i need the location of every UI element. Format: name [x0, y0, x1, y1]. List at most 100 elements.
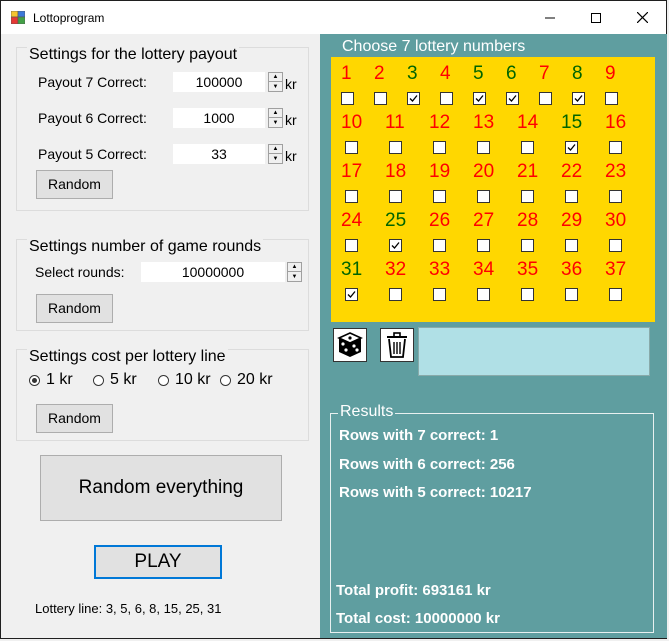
- lottery-number-25[interactable]: 25: [385, 210, 425, 258]
- lottery-number-checkbox[interactable]: [407, 92, 420, 105]
- payout-7-spinner[interactable]: ▲ ▼: [268, 72, 283, 92]
- lottery-number-checkbox[interactable]: [433, 288, 446, 301]
- lottery-number-9[interactable]: 9: [605, 63, 645, 111]
- lottery-number-16[interactable]: 16: [605, 112, 645, 160]
- dice-button[interactable]: [333, 328, 367, 362]
- lottery-number-checkbox[interactable]: [341, 92, 354, 105]
- lottery-number-checkbox[interactable]: [389, 239, 402, 252]
- rounds-spinner[interactable]: ▲ ▼: [287, 262, 302, 282]
- lottery-number-checkbox[interactable]: [609, 288, 622, 301]
- lottery-number-23[interactable]: 23: [605, 161, 645, 209]
- lottery-number-checkbox[interactable]: [433, 190, 446, 203]
- lottery-number-checkbox[interactable]: [565, 239, 578, 252]
- lottery-number-10[interactable]: 10: [341, 112, 381, 160]
- lottery-number-checkbox[interactable]: [477, 190, 490, 203]
- lottery-number-checkbox[interactable]: [433, 141, 446, 154]
- lottery-number-37[interactable]: 37: [605, 259, 645, 307]
- payout-6-input[interactable]: 1000: [173, 108, 265, 128]
- lottery-number-checkbox[interactable]: [609, 190, 622, 203]
- lottery-number-29[interactable]: 29: [561, 210, 601, 258]
- lottery-number-31[interactable]: 31: [341, 259, 381, 307]
- lottery-number-checkbox[interactable]: [433, 239, 446, 252]
- spin-down-icon[interactable]: ▼: [288, 272, 301, 281]
- lottery-number-32[interactable]: 32: [385, 259, 425, 307]
- maximize-button[interactable]: [573, 1, 619, 34]
- play-button[interactable]: PLAY: [94, 545, 222, 579]
- lottery-number-21[interactable]: 21: [517, 161, 557, 209]
- lottery-number-label: 7: [539, 63, 550, 84]
- lottery-number-checkbox[interactable]: [374, 92, 387, 105]
- lottery-number-checkbox[interactable]: [477, 141, 490, 154]
- payout-5-spinner[interactable]: ▲ ▼: [268, 144, 283, 164]
- rounds-input[interactable]: 10000000: [141, 262, 285, 282]
- payout-7-input[interactable]: 100000: [173, 72, 265, 92]
- clear-button[interactable]: [380, 328, 414, 362]
- cost-option-5kr[interactable]: 5 kr: [93, 371, 137, 389]
- lottery-number-24[interactable]: 24: [341, 210, 381, 258]
- cost-option-10kr[interactable]: 10 kr: [158, 371, 211, 389]
- lottery-number-checkbox[interactable]: [345, 141, 358, 154]
- lottery-number-14[interactable]: 14: [517, 112, 557, 160]
- lottery-number-33[interactable]: 33: [429, 259, 469, 307]
- lottery-number-28[interactable]: 28: [517, 210, 557, 258]
- lottery-number-checkbox[interactable]: [609, 239, 622, 252]
- lottery-number-checkbox[interactable]: [389, 288, 402, 301]
- lottery-number-checkbox[interactable]: [477, 288, 490, 301]
- lottery-number-22[interactable]: 22: [561, 161, 601, 209]
- settings-panel: Settings for the lottery payout Payout 7…: [1, 34, 319, 638]
- lottery-number-checkbox[interactable]: [565, 141, 578, 154]
- cost-option-20kr[interactable]: 20 kr: [220, 371, 273, 389]
- spin-up-icon[interactable]: ▲: [269, 73, 282, 82]
- lottery-number-checkbox[interactable]: [345, 190, 358, 203]
- lottery-number-checkbox[interactable]: [609, 141, 622, 154]
- rounds-random-button[interactable]: Random: [36, 294, 113, 323]
- lottery-number-18[interactable]: 18: [385, 161, 425, 209]
- lottery-number-36[interactable]: 36: [561, 259, 601, 307]
- lottery-number-12[interactable]: 12: [429, 112, 469, 160]
- lottery-number-30[interactable]: 30: [605, 210, 645, 258]
- payout-random-button[interactable]: Random: [36, 170, 113, 199]
- lottery-number-checkbox[interactable]: [345, 288, 358, 301]
- lottery-number-checkbox[interactable]: [389, 141, 402, 154]
- lottery-number-checkbox[interactable]: [506, 92, 519, 105]
- random-everything-button[interactable]: Random everything: [40, 455, 282, 521]
- lottery-number-13[interactable]: 13: [473, 112, 513, 160]
- spin-down-icon[interactable]: ▼: [269, 154, 282, 163]
- lottery-number-34[interactable]: 34: [473, 259, 513, 307]
- lottery-number-checkbox[interactable]: [345, 239, 358, 252]
- lottery-number-checkbox[interactable]: [389, 190, 402, 203]
- lottery-number-checkbox[interactable]: [521, 141, 534, 154]
- spin-up-icon[interactable]: ▲: [269, 109, 282, 118]
- lottery-number-17[interactable]: 17: [341, 161, 381, 209]
- lottery-number-checkbox[interactable]: [572, 92, 585, 105]
- spin-up-icon[interactable]: ▲: [288, 263, 301, 272]
- lottery-number-26[interactable]: 26: [429, 210, 469, 258]
- lottery-number-checkbox[interactable]: [473, 92, 486, 105]
- lottery-number-label: 28: [517, 210, 539, 231]
- cost-option-1kr[interactable]: 1 kr: [29, 371, 73, 389]
- spin-up-icon[interactable]: ▲: [269, 145, 282, 154]
- lottery-number-checkbox[interactable]: [539, 92, 552, 105]
- spin-down-icon[interactable]: ▼: [269, 118, 282, 127]
- payout-6-spinner[interactable]: ▲ ▼: [268, 108, 283, 128]
- lottery-number-checkbox[interactable]: [521, 239, 534, 252]
- lottery-number-checkbox[interactable]: [477, 239, 490, 252]
- lottery-number-20[interactable]: 20: [473, 161, 513, 209]
- close-button[interactable]: [619, 1, 665, 34]
- close-icon: [636, 12, 648, 23]
- lottery-number-19[interactable]: 19: [429, 161, 469, 209]
- lottery-number-27[interactable]: 27: [473, 210, 513, 258]
- lottery-number-checkbox[interactable]: [565, 190, 578, 203]
- cost-random-button[interactable]: Random: [36, 404, 113, 433]
- lottery-number-checkbox[interactable]: [521, 288, 534, 301]
- minimize-button[interactable]: [527, 1, 573, 34]
- lottery-number-checkbox[interactable]: [565, 288, 578, 301]
- lottery-number-35[interactable]: 35: [517, 259, 557, 307]
- lottery-number-checkbox[interactable]: [440, 92, 453, 105]
- lottery-number-checkbox[interactable]: [605, 92, 618, 105]
- spin-down-icon[interactable]: ▼: [269, 82, 282, 91]
- payout-5-input[interactable]: 33: [173, 144, 265, 164]
- lottery-number-checkbox[interactable]: [521, 190, 534, 203]
- lottery-number-11[interactable]: 11: [385, 112, 425, 160]
- lottery-number-15[interactable]: 15: [561, 112, 601, 160]
